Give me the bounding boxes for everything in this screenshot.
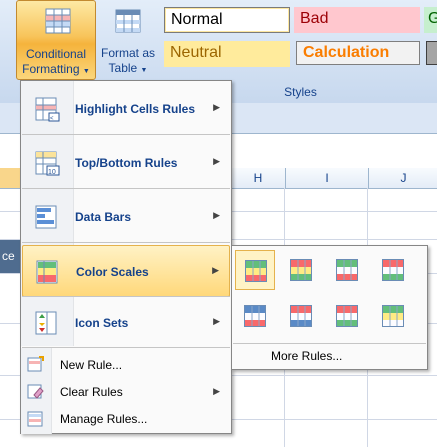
conditional-formatting-label-2: Formatting ▼ (22, 62, 90, 76)
dropdown-arrow-icon: ▼ (82, 68, 90, 75)
submenu-arrow-icon: ▶ (213, 316, 220, 326)
menu-item-label: Data Bars (75, 210, 132, 224)
menu-item-label: Color Scales (76, 265, 149, 279)
svg-text:10: 10 (48, 169, 56, 176)
menu-item-manage-rules[interactable]: Manage Rules... (22, 406, 230, 432)
style-check-cell[interactable] (426, 41, 437, 65)
format-as-table-button[interactable]: Format as Table ▼ (96, 0, 160, 80)
menu-separator (22, 242, 230, 243)
color-scale-swatch[interactable] (235, 250, 275, 290)
menu-separator (22, 347, 230, 348)
clear-rules-icon (27, 384, 44, 399)
dropdown-arrow-icon: ▼ (140, 67, 148, 74)
color-scales-submenu: More Rules... (231, 245, 428, 370)
more-rules-item[interactable]: More Rules... (233, 343, 426, 368)
color-scale-swatch-icon (382, 305, 404, 327)
row-header-selected: ce (0, 239, 22, 273)
color-scale-swatch[interactable] (281, 296, 321, 336)
submenu-arrow-icon: ▶ (213, 386, 220, 396)
menu-item-label: Top/Bottom Rules (75, 156, 178, 170)
color-scales-icon (36, 260, 58, 284)
icon-sets-icon (35, 311, 57, 335)
svg-text:<: < (50, 116, 54, 122)
menu-item-label: Clear Rules (60, 385, 123, 399)
menu-item-label: Manage Rules... (60, 412, 148, 426)
submenu-arrow-icon: ▶ (213, 156, 220, 166)
color-scale-swatch-icon (290, 305, 312, 327)
format-as-table-label-1: Format as (100, 46, 155, 60)
menu-item-clear-rules[interactable]: Clear Rules ▶ (22, 379, 230, 405)
color-scale-swatch-icon (336, 305, 358, 327)
menu-item-top-bottom-rules[interactable]: 10 Top/Bottom Rules ▶ (22, 137, 230, 189)
column-header-j[interactable]: J (368, 168, 437, 188)
color-scale-swatch[interactable] (327, 250, 367, 290)
new-rule-icon (27, 356, 44, 372)
menu-item-label: Highlight Cells Rules (75, 102, 196, 116)
conditional-formatting-menu: < Highlight Cells Rules ▶ 10 Top/Bottom … (20, 80, 232, 434)
menu-item-color-scales[interactable]: Color Scales ▶ (22, 245, 230, 297)
menu-item-icon-sets[interactable]: Icon Sets ▶ (22, 297, 230, 349)
color-scale-swatch-icon (290, 259, 312, 281)
cell-text-fragment: ce (2, 249, 15, 263)
conditional-formatting-button[interactable]: Conditional Formatting ▼ (16, 0, 96, 80)
menu-separator (22, 134, 230, 135)
menu-item-label: Icon Sets (75, 316, 129, 330)
menu-item-data-bars[interactable]: Data Bars ▶ (22, 191, 230, 243)
data-bars-icon (35, 205, 57, 229)
format-as-table-label-2: Table ▼ (108, 61, 148, 75)
color-scale-swatch[interactable] (281, 250, 321, 290)
column-header-h[interactable]: H (230, 168, 285, 188)
style-good[interactable]: G (424, 7, 437, 33)
more-rules-label: More Rules... (271, 349, 343, 363)
submenu-arrow-icon: ▶ (213, 210, 220, 220)
style-calculation[interactable]: Calculation (296, 41, 420, 65)
top-bottom-icon: 10 (35, 151, 60, 176)
menu-item-label: New Rule... (60, 358, 123, 372)
color-scale-swatch[interactable] (373, 250, 413, 290)
format-as-table-icon (115, 9, 141, 33)
color-scale-swatch-icon (382, 259, 404, 281)
menu-item-new-rule[interactable]: New Rule... (22, 352, 230, 378)
conditional-formatting-icon (45, 8, 71, 34)
color-scale-swatch-icon (245, 260, 267, 282)
style-neutral[interactable]: Neutral (164, 41, 290, 67)
row-header-highlight (0, 168, 22, 188)
color-scale-swatch-icon (336, 259, 358, 281)
highlight-cells-icon: < (35, 97, 60, 122)
menu-item-highlight-cells-rules[interactable]: < Highlight Cells Rules ▶ (22, 83, 230, 135)
conditional-formatting-label-1: Conditional (25, 47, 87, 61)
color-scale-swatch[interactable] (373, 296, 413, 336)
menu-separator (22, 188, 230, 189)
color-scale-swatch[interactable] (235, 296, 275, 336)
color-scale-swatch-icon (244, 305, 266, 327)
style-normal[interactable]: Normal (164, 7, 290, 33)
column-header-i[interactable]: I (285, 168, 368, 188)
style-bad[interactable]: Bad (294, 7, 420, 33)
manage-rules-icon (27, 411, 43, 427)
submenu-arrow-icon: ▶ (213, 102, 220, 112)
submenu-arrow-icon: ▶ (212, 265, 219, 275)
color-scale-swatch[interactable] (327, 296, 367, 336)
